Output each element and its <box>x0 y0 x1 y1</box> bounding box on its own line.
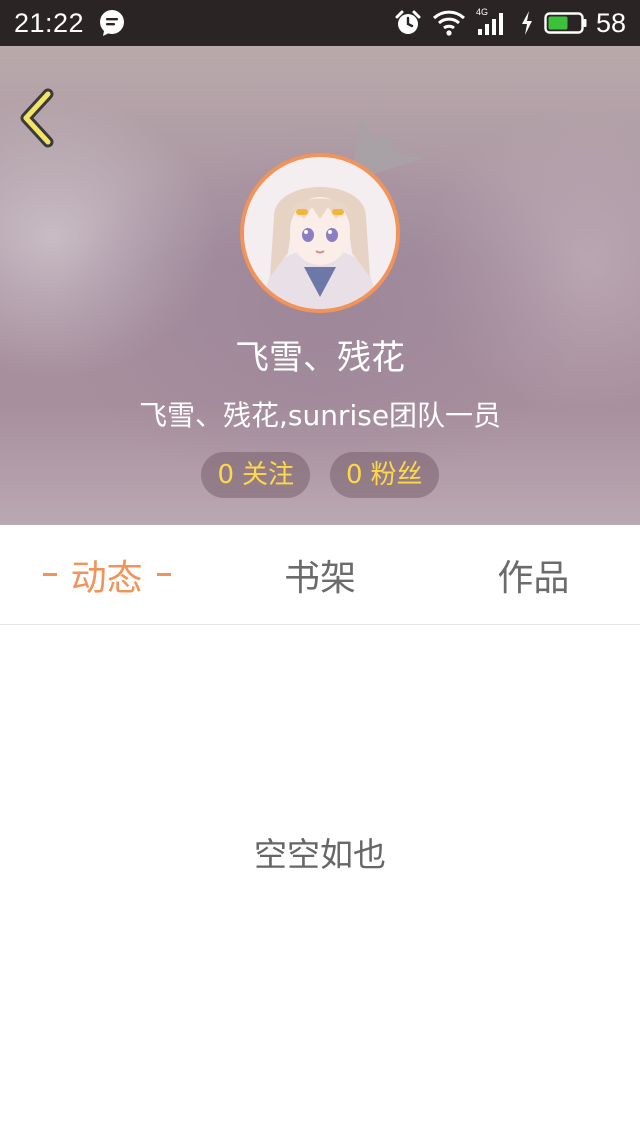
anime-girl-avatar-image <box>244 157 396 309</box>
tab-bookshelf[interactable]: 书架 <box>213 525 426 624</box>
cell-signal: 4G <box>476 7 510 37</box>
status-time: 21:22 <box>14 7 85 38</box>
back-button[interactable] <box>14 88 64 148</box>
fans-button[interactable]: 0 粉丝 <box>330 452 439 498</box>
status-right: 4G 58 <box>384 7 626 39</box>
following-button[interactable]: 0 关注 <box>201 452 310 498</box>
tab-indicator-left <box>42 573 57 576</box>
fans-count: 0 <box>346 460 363 490</box>
signal-icon <box>477 13 503 35</box>
tab-label: 作品 <box>497 557 570 599</box>
following-count: 0 <box>217 460 234 490</box>
status-left: 21:22 <box>14 8 126 39</box>
alarm-icon <box>395 10 421 34</box>
tab-label: 动态 <box>70 557 143 599</box>
tab-works[interactable]: 作品 <box>427 525 640 624</box>
tab-activity[interactable]: 动态 <box>0 525 213 624</box>
tab-indicator-right <box>156 573 171 576</box>
wifi-icon <box>432 10 465 36</box>
fans-label: 粉丝 <box>370 460 423 490</box>
charging-icon <box>521 11 532 35</box>
battery-level: 58 <box>595 7 626 38</box>
user-bio: 飞雪、残花,sunrise团队一员 <box>138 399 502 432</box>
tab-bar: 动态 书架 作品 <box>0 525 640 625</box>
status-bar: 21:22 4G 58 <box>0 0 640 46</box>
tab-label: 书架 <box>283 557 356 599</box>
empty-state-text: 空空如也 <box>254 835 386 874</box>
stats-row: 0 关注 0 粉丝 <box>0 452 640 498</box>
battery-icon <box>544 12 587 34</box>
following-label: 关注 <box>241 460 294 490</box>
profile-header: 飞雪、残花 飞雪、残花,sunrise团队一员 0 关注 0 粉丝 <box>0 46 640 525</box>
user-name: 飞雪、残花 <box>235 338 405 378</box>
message-icon <box>100 10 125 36</box>
avatar[interactable] <box>240 153 400 313</box>
